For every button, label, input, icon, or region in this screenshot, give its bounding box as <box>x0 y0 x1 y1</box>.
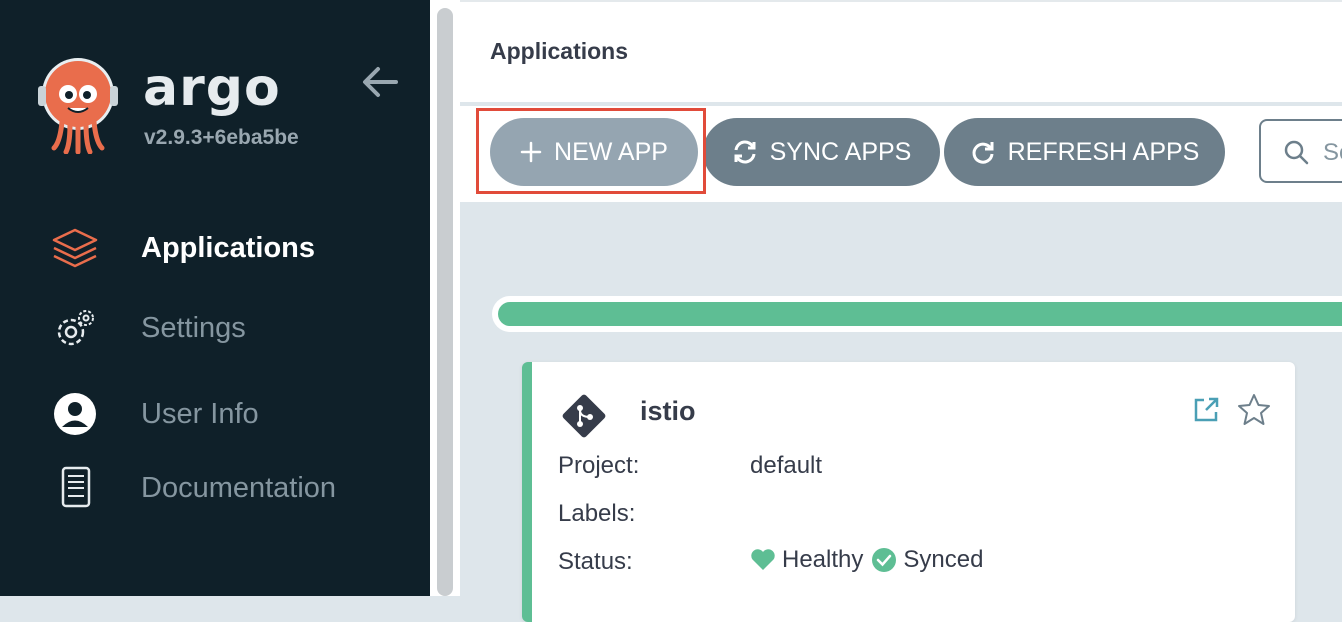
user-icon <box>54 393 96 435</box>
external-link-icon[interactable] <box>1192 396 1220 424</box>
sync-apps-label: SYNC APPS <box>769 137 912 166</box>
new-app-button[interactable]: NEW APP <box>490 118 698 186</box>
toolbar: NEW APP SYNC APPS REFRESH APPS <box>460 106 1342 202</box>
status-summary-fill <box>498 302 1342 326</box>
status-value: Healthy Synced <box>750 546 983 574</box>
argo-mascot-logo <box>38 58 118 154</box>
new-app-label: NEW APP <box>554 137 668 166</box>
search-icon <box>1284 140 1309 165</box>
project-label: Project: <box>558 452 640 479</box>
search-placeholder: Se <box>1323 139 1342 166</box>
refresh-apps-button[interactable]: REFRESH APPS <box>944 118 1225 186</box>
heart-icon <box>751 549 775 570</box>
search-input[interactable]: Se <box>1259 119 1342 183</box>
sidebar-item-settings[interactable]: Settings <box>50 298 410 354</box>
sync-text: Synced <box>903 546 984 573</box>
check-circle-icon <box>872 548 897 572</box>
git-repo-icon <box>562 394 606 438</box>
status-summary-bar <box>492 296 1342 332</box>
plus-icon <box>520 141 542 163</box>
collapse-sidebar-arrow-icon[interactable] <box>360 62 400 102</box>
page-title: Applications <box>490 38 629 64</box>
sidebar-item-label: Applications <box>141 232 316 264</box>
app-name: istio <box>640 396 696 426</box>
project-value: default <box>750 452 823 479</box>
gear-icon <box>57 310 94 346</box>
sidebar-item-label: Settings <box>141 312 246 344</box>
top-bar: Applications <box>460 0 1342 102</box>
sidebar-item-documentation[interactable]: Documentation <box>50 458 410 514</box>
status-label: Status: <box>558 548 633 575</box>
sidebar-item-label: User Info <box>141 398 259 430</box>
sync-apps-button[interactable]: SYNC APPS <box>703 118 940 186</box>
refresh-icon <box>972 142 994 164</box>
layers-icon <box>52 228 98 268</box>
app-card[interactable]: istio Project: default Labels: Status: H… <box>522 362 1295 622</box>
book-icon <box>61 466 91 508</box>
sync-status: Synced <box>871 546 983 574</box>
sidebar-item-label: Documentation <box>141 472 337 504</box>
labels-label: Labels: <box>558 500 636 527</box>
sidebar-item-user-info[interactable]: User Info <box>50 384 410 440</box>
version-label: v2.9.3+6eba5be <box>144 126 299 149</box>
sidebar: argo v2.9.3+6eba5be Applications Setting… <box>0 0 430 596</box>
brand-name: argo <box>143 58 281 118</box>
health-text: Healthy <box>782 546 864 573</box>
health-status: Healthy <box>750 546 863 574</box>
star-icon[interactable] <box>1236 392 1272 428</box>
scrollbar[interactable] <box>437 8 453 596</box>
refresh-apps-label: REFRESH APPS <box>1007 137 1200 166</box>
sync-icon <box>734 140 756 164</box>
sidebar-item-applications[interactable]: Applications <box>50 218 410 274</box>
